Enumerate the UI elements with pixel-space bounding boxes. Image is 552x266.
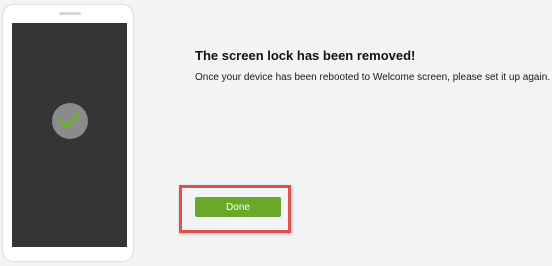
phone-screen	[12, 23, 127, 247]
success-badge	[52, 103, 88, 139]
phone-illustration	[2, 4, 134, 262]
page-title: The screen lock has been removed!	[195, 48, 416, 63]
checkmark-icon	[59, 112, 81, 129]
done-button[interactable]: Done	[195, 197, 281, 217]
phone-speaker	[59, 12, 81, 15]
instruction-text: Once your device has been rebooted to We…	[195, 72, 551, 83]
